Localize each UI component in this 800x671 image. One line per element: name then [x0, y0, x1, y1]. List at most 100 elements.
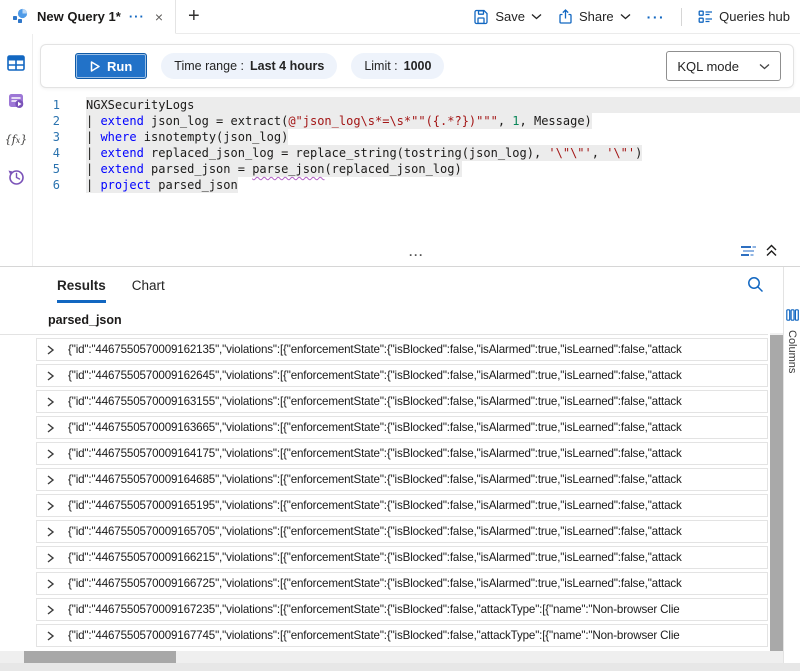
row-expander-icon[interactable] — [46, 475, 55, 485]
run-button[interactable]: Run — [75, 53, 147, 79]
row-json-text: {"id":"4467550570009167235","violations"… — [68, 603, 767, 616]
row-json-text: {"id":"4467550570009164175","violations"… — [68, 447, 767, 460]
tab-results[interactable]: Results — [57, 267, 106, 303]
row-json-text: {"id":"4467550570009162135","violations"… — [68, 343, 767, 356]
connections-table-icon[interactable] — [7, 54, 25, 72]
share-icon — [558, 9, 573, 25]
table-row[interactable]: {"id":"4467550570009167235","violations"… — [36, 598, 768, 621]
row-expander-icon[interactable] — [46, 345, 55, 355]
row-json-text: {"id":"4467550570009166725","violations"… — [68, 577, 767, 590]
chevron-down-icon — [531, 13, 542, 20]
code-line[interactable]: 6 | project parsed_json — [33, 177, 800, 193]
code-text: | extend replaced_json_log = replace_str… — [86, 145, 642, 161]
time-range-label: Time range : — [174, 59, 244, 73]
table-row[interactable]: {"id":"4467550570009162135","violations"… — [36, 338, 768, 361]
code-text: NGXSecurityLogs — [86, 97, 800, 113]
run-label: Run — [107, 59, 132, 74]
row-json-text: {"id":"4467550570009166215","violations"… — [68, 551, 767, 564]
limit-value: 1000 — [404, 59, 432, 73]
panel-divider: ··· — [33, 240, 800, 266]
code-text: | project parsed_json — [86, 177, 238, 193]
collapse-panel-icon[interactable] — [765, 243, 778, 258]
row-json-text: {"id":"4467550570009165705","violations"… — [68, 525, 767, 538]
line-number: 1 — [33, 97, 67, 113]
divider — [681, 8, 682, 26]
saved-scripts-icon[interactable] — [7, 92, 25, 110]
row-expander-icon[interactable] — [46, 527, 55, 537]
table-row[interactable]: {"id":"4467550570009164685","violations"… — [36, 468, 768, 491]
row-json-text: {"id":"4467550570009164685","violations"… — [68, 473, 767, 486]
table-row[interactable]: {"id":"4467550570009167745","violations"… — [36, 624, 768, 647]
row-expander-icon[interactable] — [46, 579, 55, 589]
code-text: | extend parsed_json = parse_json(replac… — [86, 161, 462, 177]
code-lines: 1 NGXSecurityLogs2| extend json_log = ext… — [33, 92, 800, 193]
table-row[interactable]: {"id":"4467550570009163155","violations"… — [36, 390, 768, 413]
vertical-scrollbar[interactable] — [770, 333, 783, 653]
query-editor[interactable]: 1 NGXSecurityLogs2| extend json_log = ext… — [33, 92, 800, 240]
row-expander-icon[interactable] — [46, 397, 55, 407]
search-icon[interactable] — [747, 276, 764, 293]
resize-handle[interactable]: ··· — [409, 248, 424, 262]
functions-icon[interactable]: {fx} — [7, 130, 25, 148]
row-expander-icon[interactable] — [46, 631, 55, 641]
more-actions-icon[interactable]: ··· — [647, 9, 666, 25]
table-row[interactable]: {"id":"4467550570009165705","violations"… — [36, 520, 768, 543]
chevron-down-icon — [759, 63, 770, 70]
row-expander-icon[interactable] — [46, 605, 55, 615]
table-row[interactable]: {"id":"4467550570009166725","violations"… — [36, 572, 768, 595]
limit-picker[interactable]: Limit : 1000 — [351, 53, 444, 79]
row-expander-icon[interactable] — [46, 449, 55, 459]
column-header-parsed-json[interactable]: parsed_json — [0, 305, 768, 335]
vertical-scrollbar-thumb[interactable] — [770, 335, 783, 653]
code-line[interactable]: 3| where isnotempty(json_log) — [33, 129, 800, 145]
columns-icon — [786, 309, 799, 321]
chevron-down-icon — [620, 13, 631, 20]
time-range-picker[interactable]: Time range : Last 4 hours — [161, 53, 337, 79]
save-label: Save — [495, 9, 525, 24]
code-line[interactable]: 1 NGXSecurityLogs — [33, 97, 800, 113]
queries-hub-label: Queries hub — [719, 9, 790, 24]
share-button[interactable]: Share — [558, 9, 631, 25]
row-expander-icon[interactable] — [46, 423, 55, 433]
code-line[interactable]: 2| extend json_log = extract(@"json_log\… — [33, 113, 800, 129]
new-tab-button[interactable]: + — [176, 0, 212, 33]
results-tab-bar: Results Chart — [0, 267, 800, 303]
tab-chart[interactable]: Chart — [132, 267, 165, 303]
line-number: 5 — [33, 161, 67, 177]
kql-mode-dropdown[interactable]: KQL mode — [666, 51, 781, 81]
tab-bar-actions: Save Share ··· — [473, 0, 800, 33]
play-icon — [90, 61, 100, 72]
left-sidebar: {fx} — [0, 34, 33, 266]
row-expander-icon[interactable] — [46, 553, 55, 563]
row-json-text: {"id":"4467550570009165195","violations"… — [68, 499, 767, 512]
query-tab[interactable]: New Query 1* ··· × — [0, 0, 176, 34]
row-expander-icon[interactable] — [46, 371, 55, 381]
time-range-value: Last 4 hours — [250, 59, 324, 73]
code-line[interactable]: 5 | extend parsed_json = parse_json(repla… — [33, 161, 800, 177]
share-label: Share — [579, 9, 614, 24]
query-summary-icon[interactable] — [740, 244, 757, 258]
row-json-text: {"id":"4467550570009163665","violations"… — [68, 421, 767, 434]
table-row[interactable]: {"id":"4467550570009163665","violations"… — [36, 416, 768, 439]
chart-tab-label: Chart — [132, 278, 165, 293]
line-number: 6 — [33, 177, 67, 193]
line-number: 4 — [33, 145, 67, 161]
tab-close-icon[interactable]: × — [153, 9, 165, 25]
query-history-icon[interactable] — [7, 168, 25, 186]
queries-hub-button[interactable]: Queries hub — [698, 9, 790, 24]
row-expander-icon[interactable] — [46, 501, 55, 511]
tab-more-icon[interactable]: ··· — [129, 9, 145, 24]
table-row[interactable]: {"id":"4467550570009165195","violations"… — [36, 494, 768, 517]
code-line[interactable]: 4 | extend replaced_json_log = replace_st… — [33, 145, 800, 161]
results-grid: {"id":"4467550570009162135","violations"… — [36, 338, 768, 650]
columns-panel-label: Columns — [786, 330, 798, 373]
query-toolbar: Run Time range : Last 4 hours Limit : 10… — [40, 44, 794, 88]
save-button[interactable]: Save — [473, 9, 542, 25]
columns-side-panel[interactable]: Columns — [783, 267, 800, 663]
save-icon — [473, 9, 489, 25]
code-text: | extend json_log = extract(@"json_log\s… — [86, 113, 592, 129]
table-row[interactable]: {"id":"4467550570009162645","violations"… — [36, 364, 768, 387]
table-row[interactable]: {"id":"4467550570009164175","violations"… — [36, 442, 768, 465]
queries-hub-icon — [698, 10, 713, 24]
table-row[interactable]: {"id":"4467550570009166215","violations"… — [36, 546, 768, 569]
